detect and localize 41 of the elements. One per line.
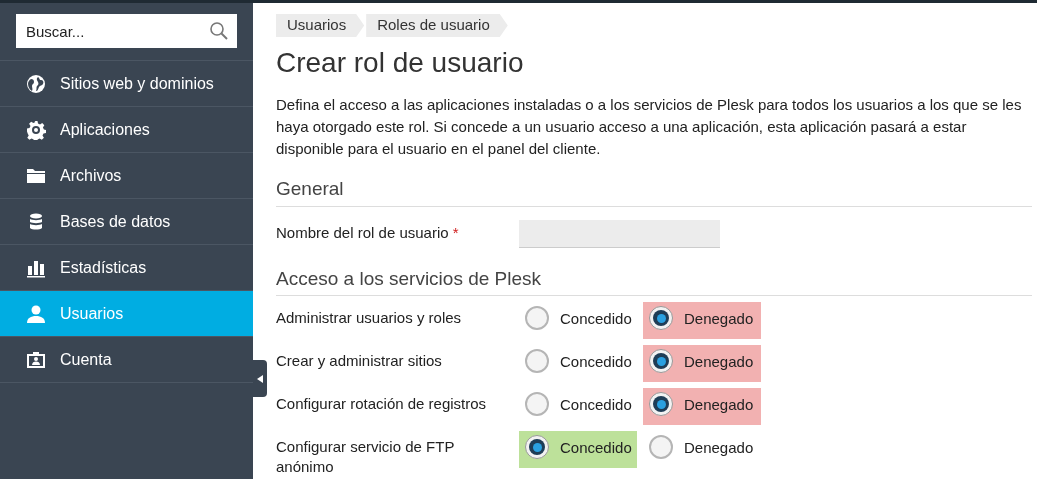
radio-button[interactable] (649, 435, 673, 459)
radio-option[interactable]: Concedido (519, 388, 637, 425)
sidebar-item[interactable]: Bases de datos (0, 199, 253, 245)
id-card-icon (26, 349, 46, 370)
radio-option[interactable]: Denegado (643, 345, 761, 382)
field-label: Nombre del rol de usuario * (276, 223, 460, 244)
radio-button[interactable] (649, 349, 673, 373)
radio-button[interactable] (525, 349, 549, 373)
radio-option[interactable]: Concedido (519, 302, 637, 339)
caret-icon (257, 374, 263, 383)
radio-button[interactable] (649, 392, 673, 416)
permission-label: Configurar rotación de registros (276, 394, 488, 414)
sidebar-item[interactable]: Cuenta (0, 337, 253, 383)
radio-option[interactable]: Concedido (519, 345, 637, 382)
radio-button[interactable] (649, 306, 673, 330)
collapse-handle[interactable] (253, 360, 267, 397)
breadcrumb-link[interactable]: Usuarios (276, 14, 365, 37)
page-title: Crear rol de usuario (276, 46, 525, 80)
radio-option[interactable]: Denegado (643, 302, 761, 339)
sidebar-item[interactable]: Archivos (0, 153, 253, 199)
radio-button[interactable] (525, 435, 549, 459)
section-heading: Acceso a los servicios de Plesk (276, 264, 1032, 296)
section-heading: General (276, 175, 1032, 207)
permission-label: Configurar servicio de FTP anónimo (276, 437, 456, 477)
gear-icon (26, 119, 46, 140)
sidebar-item[interactable]: Sitios web y dominios (0, 61, 253, 107)
globe-icon (26, 73, 46, 94)
sidebar-item[interactable]: Aplicaciones (0, 107, 253, 153)
permission-label: Administrar usuarios y roles (276, 308, 463, 328)
radio-option[interactable]: Denegado (643, 431, 761, 468)
user-icon (26, 303, 46, 324)
breadcrumb-link[interactable]: Roles de usuario (366, 14, 508, 37)
radio-option[interactable]: Concedido (519, 431, 637, 468)
input-field[interactable] (519, 219, 720, 248)
radio-option[interactable]: Denegado (643, 388, 761, 425)
description: Defina el acceso a las aplicaciones instaladas o a los servicios de Plesk para todos los usuarios a los que se les haya otorgado este rol. Si concede a un usuario acceso a una aplicación, esta aplicación pasará a estar disponible para el usuario en el panel del cliente. (276, 95, 1023, 159)
search-field[interactable]: Buscar... (16, 14, 237, 48)
search-icon (209, 21, 229, 41)
permission-label: Crear y administrar sitios (276, 351, 443, 371)
radio-button[interactable] (525, 306, 549, 330)
radio-button[interactable] (525, 392, 549, 416)
